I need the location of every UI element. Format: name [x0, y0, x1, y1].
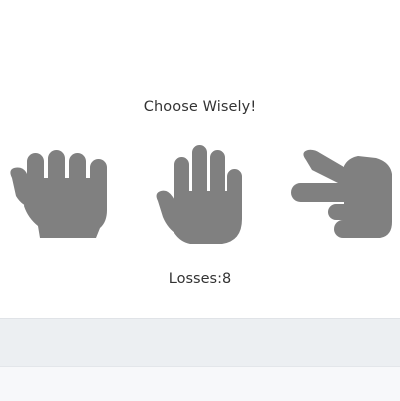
paper-button[interactable]: [154, 143, 246, 246]
scissors-button[interactable]: [290, 148, 394, 240]
footer-strip: [0, 366, 400, 401]
footer-panel: [0, 318, 400, 366]
scissors-hand-icon: [291, 149, 392, 238]
rock-button[interactable]: [6, 150, 110, 242]
fist-icon: [10, 150, 107, 238]
game-stage: Choose Wisely! Losses:8: [0, 0, 400, 318]
open-hand-icon: [156, 145, 242, 244]
losses-counter: Losses:8: [168, 271, 232, 287]
prompt-text: Choose Wisely!: [143, 99, 257, 115]
